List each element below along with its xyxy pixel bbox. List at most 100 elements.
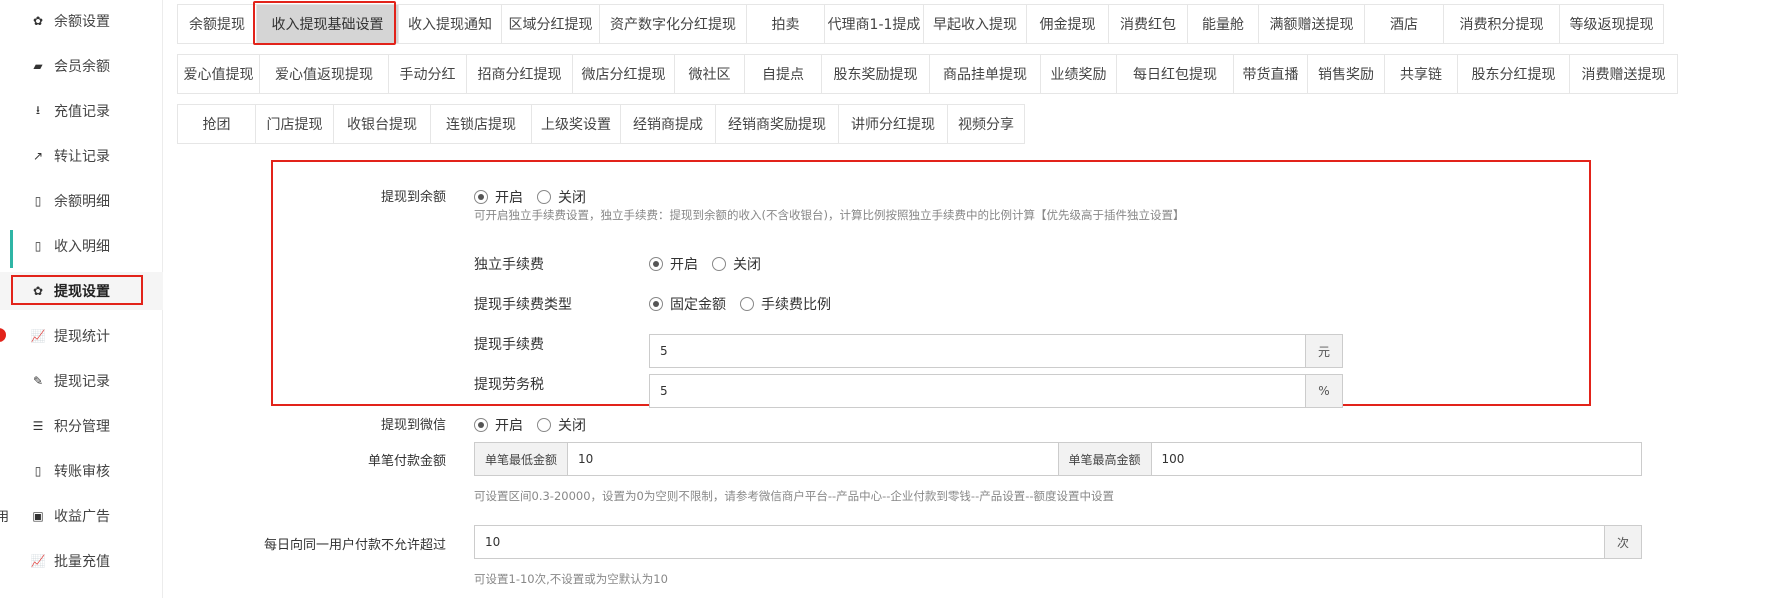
tab-item[interactable]: 商品挂单提现 [929, 54, 1041, 94]
max-amount-input[interactable] [1151, 443, 1641, 475]
wechat-withdraw-label: 提现到微信 [380, 418, 446, 433]
tab-item[interactable]: 区域分红提现 [501, 4, 600, 44]
tab-item[interactable]: 招商分红提现 [466, 54, 573, 94]
tab-item[interactable]: 早起收入提现 [923, 4, 1027, 44]
fee-type-ratio-radio[interactable]: 手续费比例 [740, 294, 831, 314]
independent-fee-on-radio[interactable]: 开启 [649, 254, 698, 274]
line-chart-icon: 📈 [30, 554, 46, 568]
sidebar-item[interactable]: ↗ 转让记录 [0, 137, 163, 175]
fee-unit: 元 [1305, 335, 1342, 367]
tab-item[interactable]: 爱心值返现提现 [259, 54, 389, 94]
sidebar-item-label: 积分管理 [54, 419, 110, 435]
sidebar-item-label: 提现记录 [54, 374, 110, 390]
tab-item[interactable]: 股东奖励提现 [821, 54, 930, 94]
sidebar-item-label: 转让记录 [54, 149, 110, 165]
tab-item[interactable]: 微店分红提现 [572, 54, 675, 94]
tab-item[interactable]: 等级返现提现 [1559, 4, 1664, 44]
sidebar-item-label: 余额明细 [54, 194, 110, 210]
tab-item[interactable]: 消费积分提现 [1443, 4, 1560, 44]
max-amount-label: 单笔最高金额 [1057, 443, 1152, 475]
fee-type-label: 提现手续费类型 [474, 297, 572, 313]
tab-item[interactable]: 微社区 [674, 54, 745, 94]
active-item-highlight [11, 275, 143, 305]
sidebar-item[interactable]: ✎ 提现记录 [0, 362, 163, 400]
min-amount-input[interactable] [568, 443, 1058, 475]
tab-item[interactable]: 满额赠送提现 [1258, 4, 1365, 44]
tab-item[interactable]: 能量舱 [1187, 4, 1259, 44]
sidebar-item[interactable]: ▯ 余额明细 [0, 182, 163, 220]
sidebar-item[interactable]: ▯ 收入明细 [0, 227, 163, 265]
tab-item[interactable]: 酒店 [1364, 4, 1444, 44]
daily-limit-unit: 次 [1604, 526, 1641, 558]
wechat-withdraw-radios: 开启 关闭 [474, 415, 600, 435]
labor-tax-input[interactable] [650, 375, 1305, 407]
fee-input[interactable] [650, 335, 1305, 367]
balance-on-radio[interactable]: 开启 [474, 187, 523, 207]
single-amount-label: 单笔付款金额 [367, 454, 446, 469]
sidebar-item[interactable]: ☰ 积分管理 [0, 407, 163, 445]
daily-limit-input[interactable] [475, 526, 1604, 558]
wechat-on-radio[interactable]: 开启 [474, 415, 523, 435]
tab-item[interactable]: 门店提现 [255, 104, 334, 144]
fee-type-radios: 固定金额 手续费比例 [649, 294, 845, 314]
tab-item[interactable]: 拍卖 [746, 4, 825, 44]
external-link-icon: ↗ [32, 149, 44, 163]
sidebar-item-label: 批量充值 [54, 554, 110, 570]
tab-item[interactable]: 消费赠送提现 [1569, 54, 1678, 94]
tab-item[interactable]: 经销商提成 [620, 104, 716, 144]
tab-item[interactable]: 资产数字化分红提现 [599, 4, 747, 44]
fee-settings-highlight [271, 160, 1591, 406]
tab-item[interactable]: 股东分红提现 [1457, 54, 1570, 94]
fee-label: 提现手续费 [474, 337, 544, 353]
tab-item[interactable]: 代理商1-1提成 [824, 4, 924, 44]
sidebar-item[interactable]: 📈 批量充值 [0, 542, 163, 580]
image-icon: ▣ [32, 509, 44, 523]
independent-fee-off-radio[interactable]: 关闭 [712, 254, 761, 274]
wechat-off-radio[interactable]: 关闭 [537, 415, 586, 435]
tab-item[interactable]: 业绩奖励 [1040, 54, 1117, 94]
gear-icon: ✿ [32, 14, 44, 28]
tab-item[interactable]: 佣金提现 [1026, 4, 1109, 44]
tab-item[interactable]: 手动分红 [388, 54, 467, 94]
sidebar-item-label: 收入明细 [54, 239, 110, 255]
tab-item[interactable]: 上级奖设置 [531, 104, 621, 144]
sidebar-item[interactable]: ✿ 余额设置 [0, 2, 163, 40]
single-amount-input-group: 单笔最低金额 单笔最高金额 [474, 442, 1642, 476]
tab-item[interactable]: 带货直播 [1233, 54, 1308, 94]
tab-item[interactable]: 爱心值提现 [177, 54, 260, 94]
labor-tax-unit: % [1305, 375, 1342, 407]
tab-item[interactable]: 消费红包 [1108, 4, 1188, 44]
sidebar-item-label: 余额设置 [54, 14, 110, 30]
fee-type-fixed-radio[interactable]: 固定金额 [649, 294, 726, 314]
balance-withdraw-radios: 开启 关闭 [474, 187, 600, 207]
tab-item[interactable]: 共享链 [1384, 54, 1458, 94]
pencil-icon: ✎ [32, 374, 44, 388]
tab-item[interactable]: 讲师分红提现 [838, 104, 948, 144]
sidebar-item[interactable]: ▯ 转账审核 [0, 452, 163, 490]
file-icon: ▯ [34, 194, 42, 208]
sidebar-item[interactable]: ⭳ 充值记录 [0, 92, 163, 130]
sidebar-item-label: 提现统计 [54, 329, 110, 345]
tab-item[interactable]: 自提点 [744, 54, 822, 94]
sidebar-item-label: 会员余额 [54, 59, 110, 75]
sidebar-item-label: 转账审核 [54, 464, 110, 480]
tab-item[interactable]: 视频分享 [947, 104, 1025, 144]
sidebar-item[interactable]: 📈 提现统计 [0, 317, 163, 355]
line-chart-icon: 📈 [30, 329, 46, 343]
sidebar-item-label: 充值记录 [54, 104, 110, 120]
tab-item[interactable]: 经销商奖励提现 [715, 104, 839, 144]
sidebar-item[interactable]: ▣ 收益广告 [0, 497, 163, 535]
balance-off-radio[interactable]: 关闭 [537, 187, 586, 207]
tab-item[interactable]: 每日红包提现 [1116, 54, 1234, 94]
tab-item[interactable]: 抢团 [177, 104, 256, 144]
sidebar-item[interactable]: ▰ 会员余额 [0, 47, 163, 85]
tab-item[interactable]: 收银台提现 [333, 104, 431, 144]
tab-item[interactable]: 连锁店提现 [430, 104, 532, 144]
independent-fee-radios: 开启 关闭 [649, 254, 775, 274]
independent-fee-label: 独立手续费 [474, 257, 544, 273]
tab-item[interactable]: 余额提现 [177, 4, 257, 44]
book-icon: ▰ [33, 59, 43, 73]
tab-item[interactable]: 销售奖励 [1307, 54, 1385, 94]
tab-item[interactable]: 收入提现通知 [398, 4, 502, 44]
labor-tax-input-group: % [649, 374, 1343, 408]
